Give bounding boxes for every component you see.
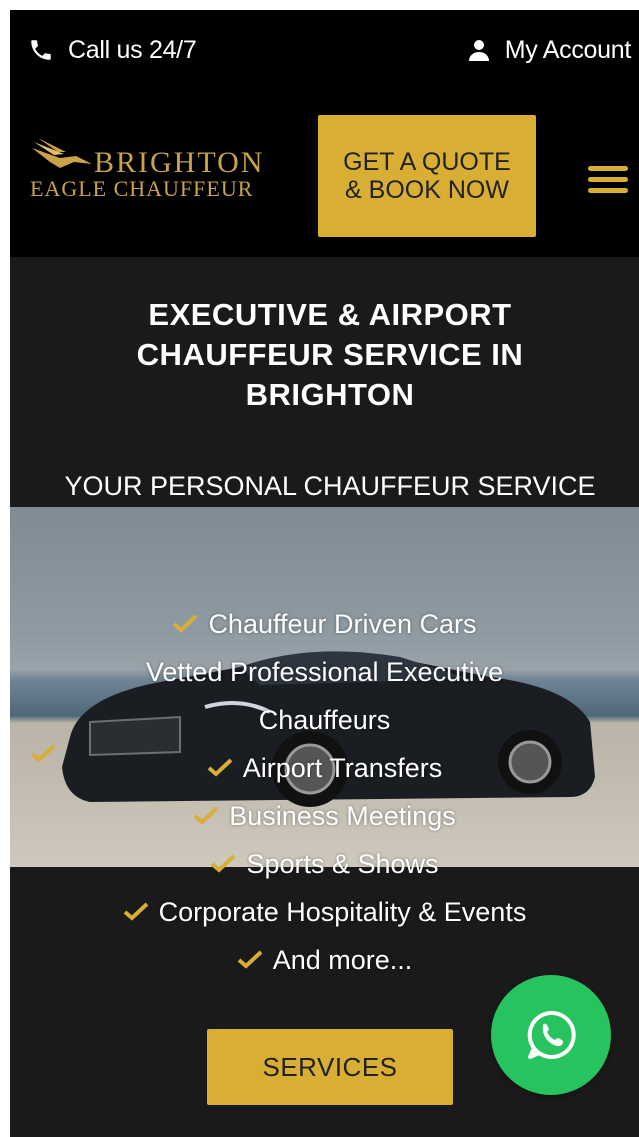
eagle-logo-icon bbox=[32, 138, 92, 168]
list-item: Sports & Shows bbox=[10, 840, 639, 888]
check-icon bbox=[193, 792, 219, 840]
logo[interactable]: BRIGHTON EAGLE CHAUFFEUR bbox=[30, 138, 275, 208]
list-item: Business Meetings bbox=[10, 792, 639, 840]
user-icon bbox=[467, 38, 505, 62]
feature-label: Corporate Hospitality & Events bbox=[158, 897, 527, 927]
call-label: Call us 24/7 bbox=[68, 35, 197, 64]
my-account-label: My Account bbox=[504, 35, 632, 64]
list-item: Corporate Hospitality & Events bbox=[10, 888, 639, 936]
list-item: Airport Transfers bbox=[10, 744, 639, 792]
feature-label: Vetted Professional Executive Chauffeurs bbox=[145, 657, 504, 735]
hero-title: EXECUTIVE & AIRPORT CHAUFFEUR SERVICE IN… bbox=[136, 297, 524, 412]
check-icon bbox=[207, 744, 233, 792]
services-button[interactable]: SERVICES bbox=[207, 1029, 453, 1105]
check-icon bbox=[172, 600, 198, 648]
whatsapp-icon bbox=[527, 1010, 576, 1059]
get-quote-button[interactable]: GET A QUOTE & BOOK NOW bbox=[318, 115, 536, 237]
hamburger-menu-icon[interactable] bbox=[588, 166, 628, 194]
features-list: Chauffeur Driven Cars Vetted Professiona… bbox=[10, 600, 639, 984]
site-header: BRIGHTON EAGLE CHAUFFEUR GET A QUOTE & B… bbox=[10, 90, 639, 257]
phone-icon bbox=[28, 37, 68, 63]
feature-label: Sports & Shows bbox=[246, 849, 439, 879]
my-account-link[interactable]: My Account bbox=[467, 30, 631, 70]
check-icon bbox=[237, 936, 263, 984]
list-item: Vetted Professional Executive Chauffeurs bbox=[10, 648, 639, 763]
call-link[interactable]: Call us 24/7 bbox=[28, 30, 197, 70]
logo-line-1: BRIGHTON bbox=[94, 146, 265, 179]
list-item: Chauffeur Driven Cars bbox=[10, 600, 639, 648]
logo-line-2: EAGLE CHAUFFEUR bbox=[30, 176, 254, 201]
whatsapp-button[interactable] bbox=[491, 975, 611, 1095]
feature-label: Business Meetings bbox=[229, 801, 456, 831]
feature-label: And more... bbox=[272, 945, 413, 975]
check-icon bbox=[210, 840, 236, 888]
hero-subtitle: YOUR PERSONAL CHAUFFEUR SERVICE bbox=[64, 471, 596, 501]
feature-label: Chauffeur Driven Cars bbox=[208, 609, 477, 639]
top-bar: Call us 24/7 My Account bbox=[10, 10, 639, 90]
feature-label: Airport Transfers bbox=[242, 753, 443, 783]
check-icon bbox=[123, 888, 149, 936]
page: Call us 24/7 My Account BRIGHTON EAGLE C… bbox=[10, 10, 639, 1137]
